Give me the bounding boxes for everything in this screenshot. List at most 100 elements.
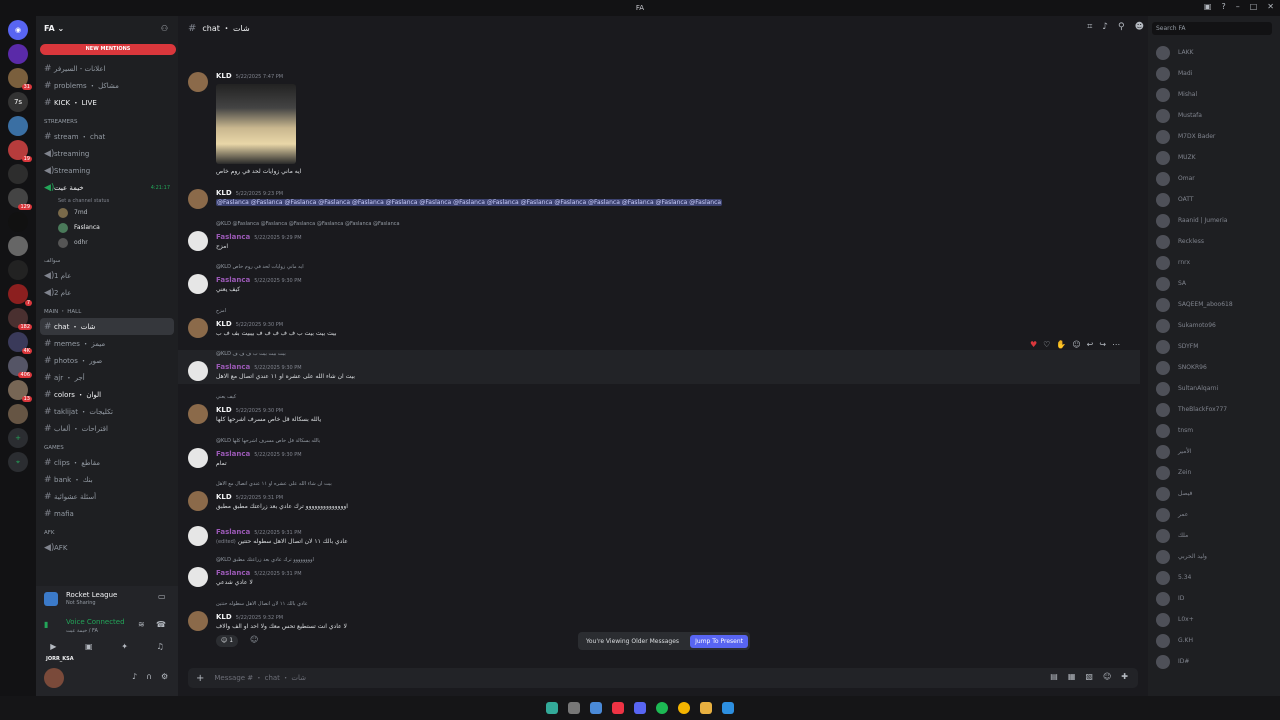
reply-preview[interactable]: امزح: [216, 308, 226, 314]
emoji-icon[interactable]: ☺: [1103, 672, 1111, 681]
member-item[interactable]: Mishal: [1148, 84, 1280, 105]
app-icon[interactable]: [612, 702, 624, 714]
member-item[interactable]: 5.34: [1148, 567, 1280, 588]
member-item[interactable]: SAQEEM_aboo618: [1148, 294, 1280, 315]
member-item[interactable]: OATT: [1148, 189, 1280, 210]
help-icon[interactable]: ?: [1221, 2, 1225, 11]
soundboard-icon[interactable]: ♫: [157, 642, 164, 651]
channel-chat[interactable]: # chat ・ شات: [40, 318, 174, 335]
member-item[interactable]: M7DX Bader: [1148, 126, 1280, 147]
channel-kick-live[interactable]: # KICK ・ LIVE: [36, 94, 178, 111]
threads-icon[interactable]: ⌗: [1087, 22, 1092, 32]
app-icon[interactable]: [546, 702, 558, 714]
more-options-icon[interactable]: ⋯: [1112, 340, 1120, 349]
channel-ajr[interactable]: # ajr ・ أجر: [36, 369, 178, 386]
server-icon[interactable]: [8, 260, 28, 280]
voice-channel-current[interactable]: ◀) خيمة عيت 4:21:17: [36, 179, 178, 196]
reply-preview[interactable]: عادي بالك ١١ لان اتصال الاهل سطوله حتتين: [216, 601, 308, 607]
reply-preview[interactable]: @KLD يالله بسكالة قل خاص مسرف اشرحها كله…: [216, 438, 320, 444]
channel-photos[interactable]: # photos ・ صور: [36, 352, 178, 369]
avatar[interactable]: [188, 231, 208, 251]
avatar[interactable]: [44, 668, 64, 688]
author-name[interactable]: KLD 5/22/2025 9:31 PM: [216, 493, 283, 501]
noise-suppression-icon[interactable]: ≋: [138, 620, 145, 629]
server-icon[interactable]: 31: [8, 68, 32, 90]
member-item[interactable]: Madi: [1148, 63, 1280, 84]
channel-stream-chat[interactable]: # stream ・ chat: [36, 128, 178, 145]
microphone-icon[interactable]: ♪: [132, 672, 137, 681]
forward-icon[interactable]: ↪: [1099, 340, 1106, 349]
channel-status[interactable]: Set a channel status: [36, 196, 178, 205]
category-games[interactable]: Games: [36, 437, 178, 454]
member-item[interactable]: عمر: [1148, 504, 1280, 525]
sticker-icon[interactable]: ▧: [1085, 672, 1093, 681]
voice-channel-afk[interactable]: ◀) AFK: [36, 539, 178, 556]
server-icon[interactable]: [8, 404, 28, 424]
app-icon[interactable]: [568, 702, 580, 714]
activity-icon[interactable]: ✦: [121, 642, 128, 651]
member-list-icon[interactable]: ☻: [1135, 22, 1144, 32]
member-item[interactable]: MUZK: [1148, 147, 1280, 168]
avatar[interactable]: [188, 404, 208, 424]
screen-share-icon[interactable]: ▭: [158, 592, 166, 601]
channel-bank[interactable]: # bank ・ بنك: [36, 471, 178, 488]
voice-channel-streaming[interactable]: ◀) streaming: [36, 145, 178, 162]
author-name[interactable]: Faslanca 5/22/2025 9:31 PM: [216, 569, 302, 577]
channel-problems[interactable]: # problems ・ مشاكل: [36, 77, 178, 94]
server-icon[interactable]: 129: [8, 188, 32, 210]
avatar[interactable]: [188, 72, 208, 92]
avatar[interactable]: [188, 611, 208, 631]
category-afk[interactable]: AFK: [36, 522, 178, 539]
member-item[interactable]: فيصل: [1148, 483, 1280, 504]
author-name[interactable]: Faslanca 5/22/2025 9:29 PM: [216, 233, 302, 241]
voice-user[interactable]: odhr: [36, 235, 178, 250]
settings-gear-icon[interactable]: ⚙: [161, 672, 168, 681]
server-icon[interactable]: 19: [8, 140, 32, 162]
reply-preview[interactable]: @KLD @Faslanca @Faslanca @Faslanca @Fasl…: [216, 221, 400, 227]
new-mentions-pill[interactable]: NEW MENTIONS: [40, 44, 176, 55]
voice-channel-general-1[interactable]: ◀) عام 1: [36, 267, 178, 284]
maximize-button[interactable]: □: [1250, 2, 1258, 11]
app-icon[interactable]: [590, 702, 602, 714]
message-composer[interactable]: + Message # ・ chat ・ شات ▤ ▦ ▧ ☺ ✚: [188, 668, 1138, 688]
search-input[interactable]: Search FA: [1152, 22, 1272, 35]
member-item[interactable]: SultanAlqarni: [1148, 378, 1280, 399]
mention[interactable]: @Faslanca @Faslanca @Faslanca @Faslanca …: [216, 199, 723, 206]
author-name[interactable]: Faslanca 5/22/2025 9:30 PM: [216, 450, 302, 458]
channel-questions[interactable]: # أسئلة عشوائية: [36, 488, 178, 505]
gif-icon[interactable]: ▦: [1068, 672, 1076, 681]
add-server-icon[interactable]: +: [8, 428, 28, 448]
member-item[interactable]: Raanid | Jumeria: [1148, 210, 1280, 231]
reply-icon[interactable]: ↩: [1087, 340, 1094, 349]
avatar[interactable]: [188, 491, 208, 511]
reply-preview[interactable]: @KLD ايه ماني زوايات لحد في روم خاص: [216, 264, 304, 270]
server-icon[interactable]: 182: [8, 308, 32, 330]
server-icon[interactable]: 7: [8, 284, 32, 306]
member-item[interactable]: G.KH: [1148, 630, 1280, 651]
member-item[interactable]: ملك: [1148, 525, 1280, 546]
member-item[interactable]: L0x+: [1148, 609, 1280, 630]
server-icon[interactable]: 406: [8, 356, 32, 378]
add-reaction-icon[interactable]: ☺: [250, 635, 258, 644]
notifications-icon[interactable]: ♪: [1102, 22, 1108, 32]
white-heart-icon[interactable]: ♡: [1043, 340, 1050, 349]
add-reaction-icon[interactable]: ☺: [1072, 340, 1080, 349]
reply-preview[interactable]: بيت ان شاء الله على عشره او ١١ عندي اتصا…: [216, 481, 332, 487]
minimize-button[interactable]: –: [1236, 2, 1240, 11]
category-chat[interactable]: سوالف: [36, 250, 178, 267]
message-input[interactable]: Message # ・ chat ・ شات: [214, 673, 306, 683]
avatar[interactable]: [188, 448, 208, 468]
spotify-icon[interactable]: [656, 702, 668, 714]
member-item[interactable]: SNOKR96: [1148, 357, 1280, 378]
add-member-icon[interactable]: ⚇: [161, 24, 168, 33]
author-name[interactable]: KLD 5/22/2025 9:30 PM: [216, 320, 283, 328]
member-item[interactable]: Sukamoto96: [1148, 315, 1280, 336]
author-name[interactable]: Faslanca 5/22/2025 9:30 PM: [216, 276, 302, 284]
message-image[interactable]: [216, 84, 296, 164]
member-item[interactable]: tnsm: [1148, 420, 1280, 441]
member-item[interactable]: TheBlackFox777: [1148, 399, 1280, 420]
voice-channel-general-2[interactable]: ◀) عام 2: [36, 284, 178, 301]
close-button[interactable]: ✕: [1267, 2, 1274, 11]
reaction-chip[interactable]: ☺ 1: [216, 635, 239, 647]
member-item[interactable]: Zein: [1148, 462, 1280, 483]
